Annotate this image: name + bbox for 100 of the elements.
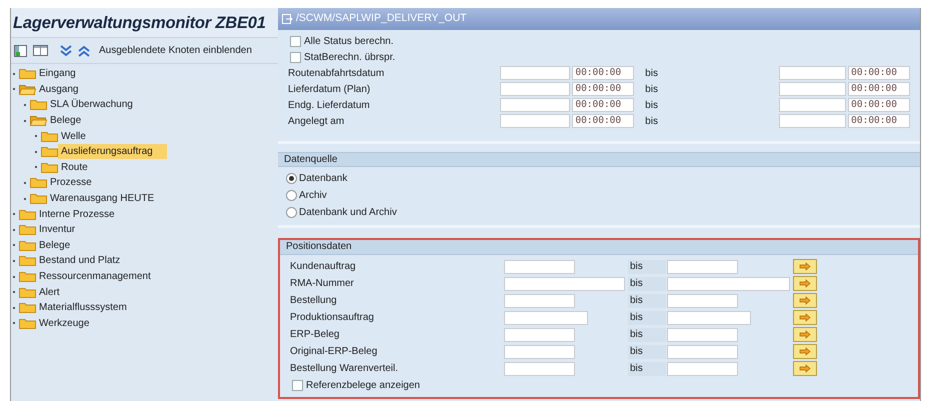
multiple-selection-button[interactable] [793, 361, 817, 376]
field-label: Bestellung [290, 294, 338, 308]
radio-label: Datenbank [299, 172, 348, 186]
checkbox[interactable] [290, 36, 301, 46]
radio-button[interactable] [286, 190, 297, 201]
checkbox[interactable] [292, 380, 303, 391]
date-field[interactable] [779, 114, 846, 128]
tree-node[interactable]: Ressourcenmanagement [36, 269, 151, 284]
time-field[interactable]: 00:00:00 [572, 82, 634, 96]
multiple-selection-button[interactable] [793, 327, 817, 342]
tree-node[interactable]: Alert [36, 284, 60, 300]
input-field[interactable] [504, 362, 575, 376]
field-label: Routenabfahrtsdatum [288, 66, 386, 80]
tree-node[interactable]: Route [58, 160, 88, 175]
time-field[interactable]: 00:00:00 [572, 98, 634, 112]
tree-node[interactable]: Belege [47, 113, 82, 128]
multiple-selection-button[interactable] [793, 293, 817, 308]
field-label: Original-ERP-Beleg [290, 345, 378, 359]
field-label: Angelegt am [288, 114, 346, 128]
field-label: bis [628, 344, 666, 358]
input-field[interactable] [667, 362, 738, 376]
input-field[interactable] [504, 260, 575, 274]
multiple-selection-button[interactable] [793, 344, 817, 359]
field-label: bis [645, 66, 659, 80]
input-field[interactable] [504, 328, 575, 342]
input-field[interactable] [667, 294, 738, 308]
input-field[interactable] [504, 310, 588, 324]
field-label: Kundenauftrag [290, 260, 357, 274]
radio-button[interactable] [286, 173, 297, 184]
time-field[interactable]: 00:00:00 [848, 82, 910, 96]
tree-node[interactable]: Eingang [36, 66, 76, 82]
expand-all-icon[interactable] [60, 44, 72, 56]
checkbox[interactable] [290, 52, 301, 62]
field-label: bis [628, 362, 666, 376]
tree-node[interactable]: Werkzeuge [36, 316, 90, 331]
field-label: bis [645, 98, 659, 112]
tree-node[interactable]: Warenausgang HEUTE [47, 191, 154, 206]
columns-icon[interactable] [33, 45, 48, 56]
checkbox-label: Alle Status berechn. [304, 34, 394, 48]
right-arrow-icon [799, 296, 811, 305]
input-field[interactable] [667, 276, 790, 290]
field-label: bis [645, 82, 659, 96]
right-arrow-icon [799, 347, 811, 356]
collapse-all-icon[interactable] [78, 44, 90, 56]
date-field[interactable] [500, 82, 570, 96]
field-label: bis [645, 114, 659, 128]
multiple-selection-button[interactable] [793, 276, 817, 291]
input-field[interactable] [667, 260, 738, 274]
tree-node[interactable]: Ausgang [36, 82, 78, 97]
input-field[interactable] [667, 344, 738, 358]
program-title: /SCWM/SAPLWIP_DELIVERY_OUT [296, 11, 467, 26]
app-title: Lagerverwaltungsmonitor ZBE01 [11, 8, 278, 38]
tree-node[interactable]: Prozesse [47, 175, 92, 190]
time-field[interactable]: 00:00:00 [848, 98, 910, 112]
multiple-selection-button[interactable] [793, 310, 817, 325]
show-hidden-nodes-button[interactable]: Ausgeblendete Knoten einblenden [99, 43, 252, 58]
tree-node[interactable]: Interne Prozesse [36, 206, 115, 222]
right-arrow-icon [799, 364, 811, 373]
field-label: Lieferdatum (Plan) [288, 82, 372, 96]
right-arrow-icon [799, 262, 811, 271]
field-label: RMA-Nummer [290, 277, 355, 291]
multiple-selection-button[interactable] [793, 259, 817, 274]
field-label: bis [628, 328, 666, 342]
right-arrow-icon [799, 279, 811, 288]
tree-node[interactable]: Bestand und Platz [36, 253, 120, 268]
time-field[interactable]: 00:00:00 [572, 66, 634, 80]
input-field[interactable] [504, 294, 575, 308]
field-label: Bestellung Warenverteil. [290, 362, 400, 376]
time-field[interactable]: 00:00:00 [848, 114, 910, 128]
date-field[interactable] [779, 82, 846, 96]
input-field[interactable] [667, 328, 738, 342]
radio-label: Datenbank und Archiv [299, 206, 397, 220]
radio-label: Archiv [299, 189, 327, 203]
input-field[interactable] [667, 310, 751, 324]
tree-grid-icon[interactable] [14, 44, 27, 56]
date-field[interactable] [779, 66, 846, 80]
tree-node[interactable]: Welle [58, 128, 86, 144]
date-field[interactable] [500, 114, 570, 128]
input-field[interactable] [504, 344, 575, 358]
time-field[interactable]: 00:00:00 [572, 114, 634, 128]
date-field[interactable] [779, 98, 846, 112]
tree-node[interactable]: SLA Überwachung [47, 97, 133, 112]
field-label: Endg. Lieferdatum [288, 98, 371, 112]
tree-node[interactable]: Inventur [36, 222, 76, 238]
date-field[interactable] [500, 66, 570, 80]
input-field[interactable] [504, 276, 625, 290]
tree-node[interactable]: Materialflusssystem [36, 300, 127, 316]
field-label: Produktionsauftrag [290, 311, 375, 325]
section-header: Positionsdaten [280, 240, 918, 255]
field-label: bis [628, 310, 666, 324]
date-field[interactable] [500, 98, 570, 112]
radio-button[interactable] [286, 207, 297, 218]
field-label: ERP-Beleg [290, 328, 340, 342]
time-field[interactable]: 00:00:00 [848, 66, 910, 80]
checkbox-label: Referenzbelege anzeigen [306, 379, 420, 393]
tree-node[interactable]: Auslieferungsauftrag [58, 144, 167, 160]
field-label: bis [628, 276, 666, 290]
field-label: bis [628, 294, 666, 308]
right-arrow-icon [799, 330, 811, 339]
tree-node[interactable]: Belege [36, 238, 70, 253]
